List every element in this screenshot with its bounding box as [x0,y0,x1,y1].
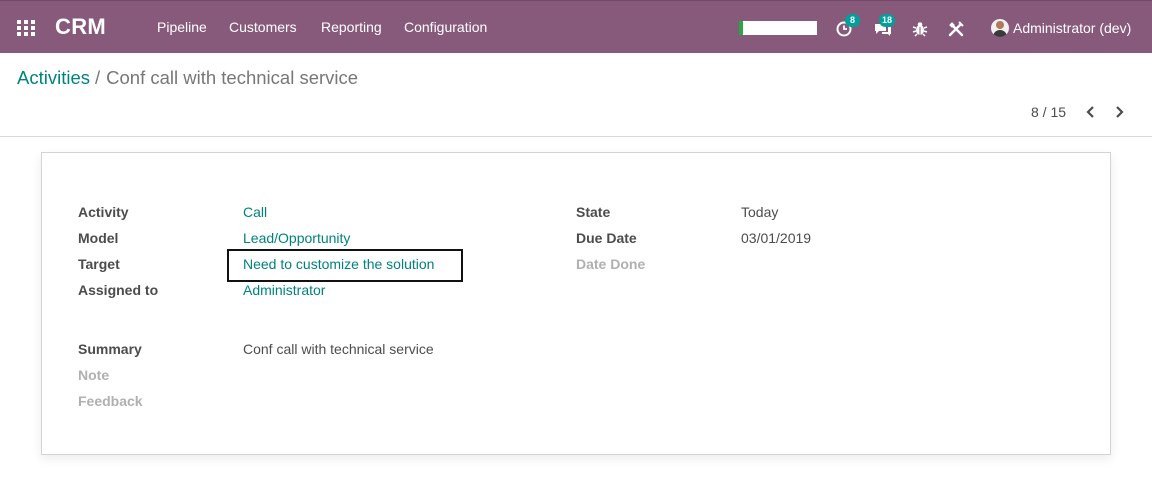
activity-menu-button[interactable]: 8 [836,14,860,40]
field-value-activity[interactable]: Call [243,204,267,220]
systray-progress-bar[interactable] [739,21,817,35]
field-value-due-date: 03/01/2019 [741,230,812,246]
app-brand[interactable]: CRM [55,14,106,40]
apps-grid-icon[interactable] [17,20,35,36]
field-label-note: Note [78,367,110,383]
field-label-date-done: Date Done [576,256,646,272]
field-value-summary: Conf call with technical service [243,341,434,357]
chevron-left-icon [1086,106,1094,118]
field-label-target: Target [78,256,120,272]
breadcrumb-link-activities[interactable]: Activities [17,67,90,88]
top-navbar: CRM Pipeline Customers Reporting Configu… [0,0,1152,53]
menu-configuration[interactable]: Configuration [404,19,487,35]
field-label-assigned-to: Assigned to [78,282,159,298]
messaging-menu-button[interactable]: 18 [873,14,896,40]
field-label-due-date: Due Date [576,230,637,246]
menu-reporting[interactable]: Reporting [321,19,382,35]
tools-menu-button[interactable] [947,16,969,40]
menu-pipeline[interactable]: Pipeline [157,19,207,35]
control-panel: Activities / Conf call with technical serv… [0,53,1152,137]
pager-value[interactable]: 8 / 15 [1031,104,1066,120]
message-count-badge: 18 [879,14,896,27]
breadcrumb-separator: / [95,67,101,88]
field-label-summary: Summary [78,341,142,357]
debug-menu-button[interactable] [911,16,933,40]
user-name: Administrator (dev) [1013,20,1132,36]
pager-previous-button[interactable] [1083,103,1099,121]
chevron-right-icon [1116,106,1124,118]
breadcrumb-current: Conf call with technical service [106,67,359,88]
bug-icon [912,22,928,37]
pager-next-button[interactable] [1113,103,1129,121]
field-label-activity: Activity [78,204,129,220]
menu-customers[interactable]: Customers [229,19,297,35]
tools-icon [948,21,964,37]
activity-count-badge: 8 [845,14,860,27]
breadcrumb: Activities / Conf call with technical serv… [17,67,358,89]
field-label-state: State [576,204,611,220]
field-label-model: Model [78,230,119,246]
field-value-state: Today [741,204,779,220]
field-value-assigned-to[interactable]: Administrator [243,282,325,298]
field-label-feedback: Feedback [78,393,143,409]
user-avatar [991,19,1009,37]
field-value-model[interactable]: Lead/Opportunity [243,230,350,246]
field-value-target[interactable]: Need to customize the solution [243,256,434,272]
form-sheet: Activity Call Model Lead/Opportunity Tar… [41,152,1111,455]
